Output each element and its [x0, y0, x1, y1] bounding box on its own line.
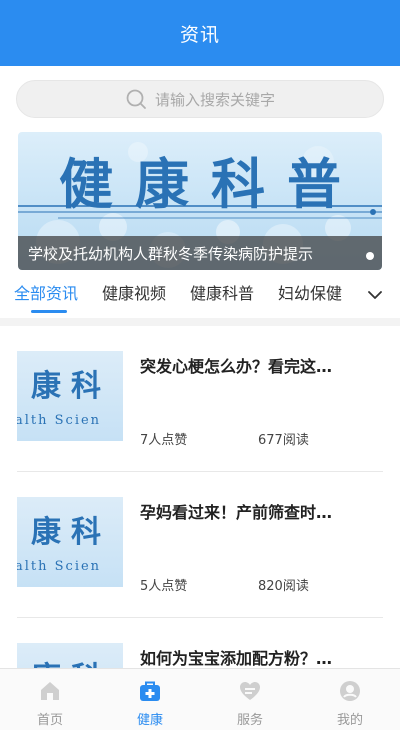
search-input[interactable]: 请输入搜索关键字	[16, 80, 384, 118]
article-title: 孕妈看过来！产前筛查时…	[140, 503, 333, 522]
tabbar-item-service[interactable]: 服务	[200, 669, 300, 730]
heart-service-icon	[240, 682, 260, 700]
thumbnail-title: 康科	[31, 653, 111, 668]
article-thumbnail: 康科	[17, 643, 123, 668]
bottom-tab-bar: 首页 健康 服务 我的	[0, 668, 400, 730]
article-item[interactable]: 康科 alth Scien 突发心梗怎么办？看完这… 7人点赞 677阅读	[0, 326, 400, 472]
thumbnail-title: 康科	[31, 369, 111, 404]
thumbnail-subtitle: alth Scien	[17, 413, 102, 428]
banner-carousel[interactable]: 健康科普 学校及托幼机构人群秋冬季传染病防护提示	[18, 132, 382, 270]
tab-maternal-child[interactable]: 妇幼保健	[278, 280, 342, 304]
chevron-down-icon[interactable]	[366, 286, 384, 304]
article-likes: 7人点赞	[140, 433, 188, 448]
search-placeholder: 请输入搜索关键字	[154, 90, 275, 109]
tabbar-item-profile[interactable]: 我的	[300, 669, 400, 730]
carousel-indicator-dot[interactable]	[366, 252, 374, 260]
article-thumbnail: 康科 alth Scien	[17, 497, 123, 587]
article-list: 康科 alth Scien 突发心梗怎么办？看完这… 7人点赞 677阅读 康科…	[0, 326, 400, 668]
tabbar-item-home[interactable]: 首页	[0, 669, 100, 730]
tabbar-label: 我的	[336, 713, 363, 728]
article-reads: 677阅读	[258, 433, 309, 448]
tabbar-label: 健康	[136, 713, 163, 728]
tabbar-label: 服务	[236, 713, 263, 728]
thumbnail-subtitle: alth Scien	[17, 559, 102, 574]
section-divider	[0, 318, 400, 326]
banner-title: 健康科普	[59, 153, 363, 216]
article-thumbnail: 康科 alth Scien	[17, 351, 123, 441]
category-tabs: 全部资讯 健康视频 健康科普 妇幼保健	[0, 272, 400, 318]
article-likes: 5人点赞	[140, 579, 188, 594]
thumbnail-title: 康科	[31, 515, 111, 550]
article-reads: 820阅读	[258, 579, 309, 594]
header-bar: 资讯	[0, 0, 400, 66]
tabbar-label: 首页	[36, 713, 63, 728]
profile-icon	[340, 681, 360, 701]
banner-caption-bar: 学校及托幼机构人群秋冬季传染病防护提示	[18, 236, 382, 270]
tab-all-news[interactable]: 全部资讯	[14, 280, 78, 304]
article-title: 突发心梗怎么办？看完这…	[140, 357, 333, 376]
home-icon	[41, 682, 59, 700]
search-area: 请输入搜索关键字	[0, 66, 400, 132]
article-title: 如何为宝宝添加配方粉？…	[140, 649, 333, 668]
medical-kit-icon	[140, 681, 160, 701]
search-icon	[126, 89, 146, 109]
article-item[interactable]: 康科 如何为宝宝添加配方粉？…	[0, 618, 400, 668]
tab-health-videos[interactable]: 健康视频	[102, 280, 166, 304]
tab-health-science[interactable]: 健康科普	[190, 280, 254, 304]
active-tab-indicator	[31, 310, 67, 313]
page-title: 资讯	[179, 23, 220, 46]
banner-caption: 学校及托幼机构人群秋冬季传染病防护提示	[28, 244, 314, 263]
article-item[interactable]: 康科 alth Scien 孕妈看过来！产前筛查时… 5人点赞 820阅读	[0, 472, 400, 618]
tabbar-item-health[interactable]: 健康	[100, 669, 200, 730]
